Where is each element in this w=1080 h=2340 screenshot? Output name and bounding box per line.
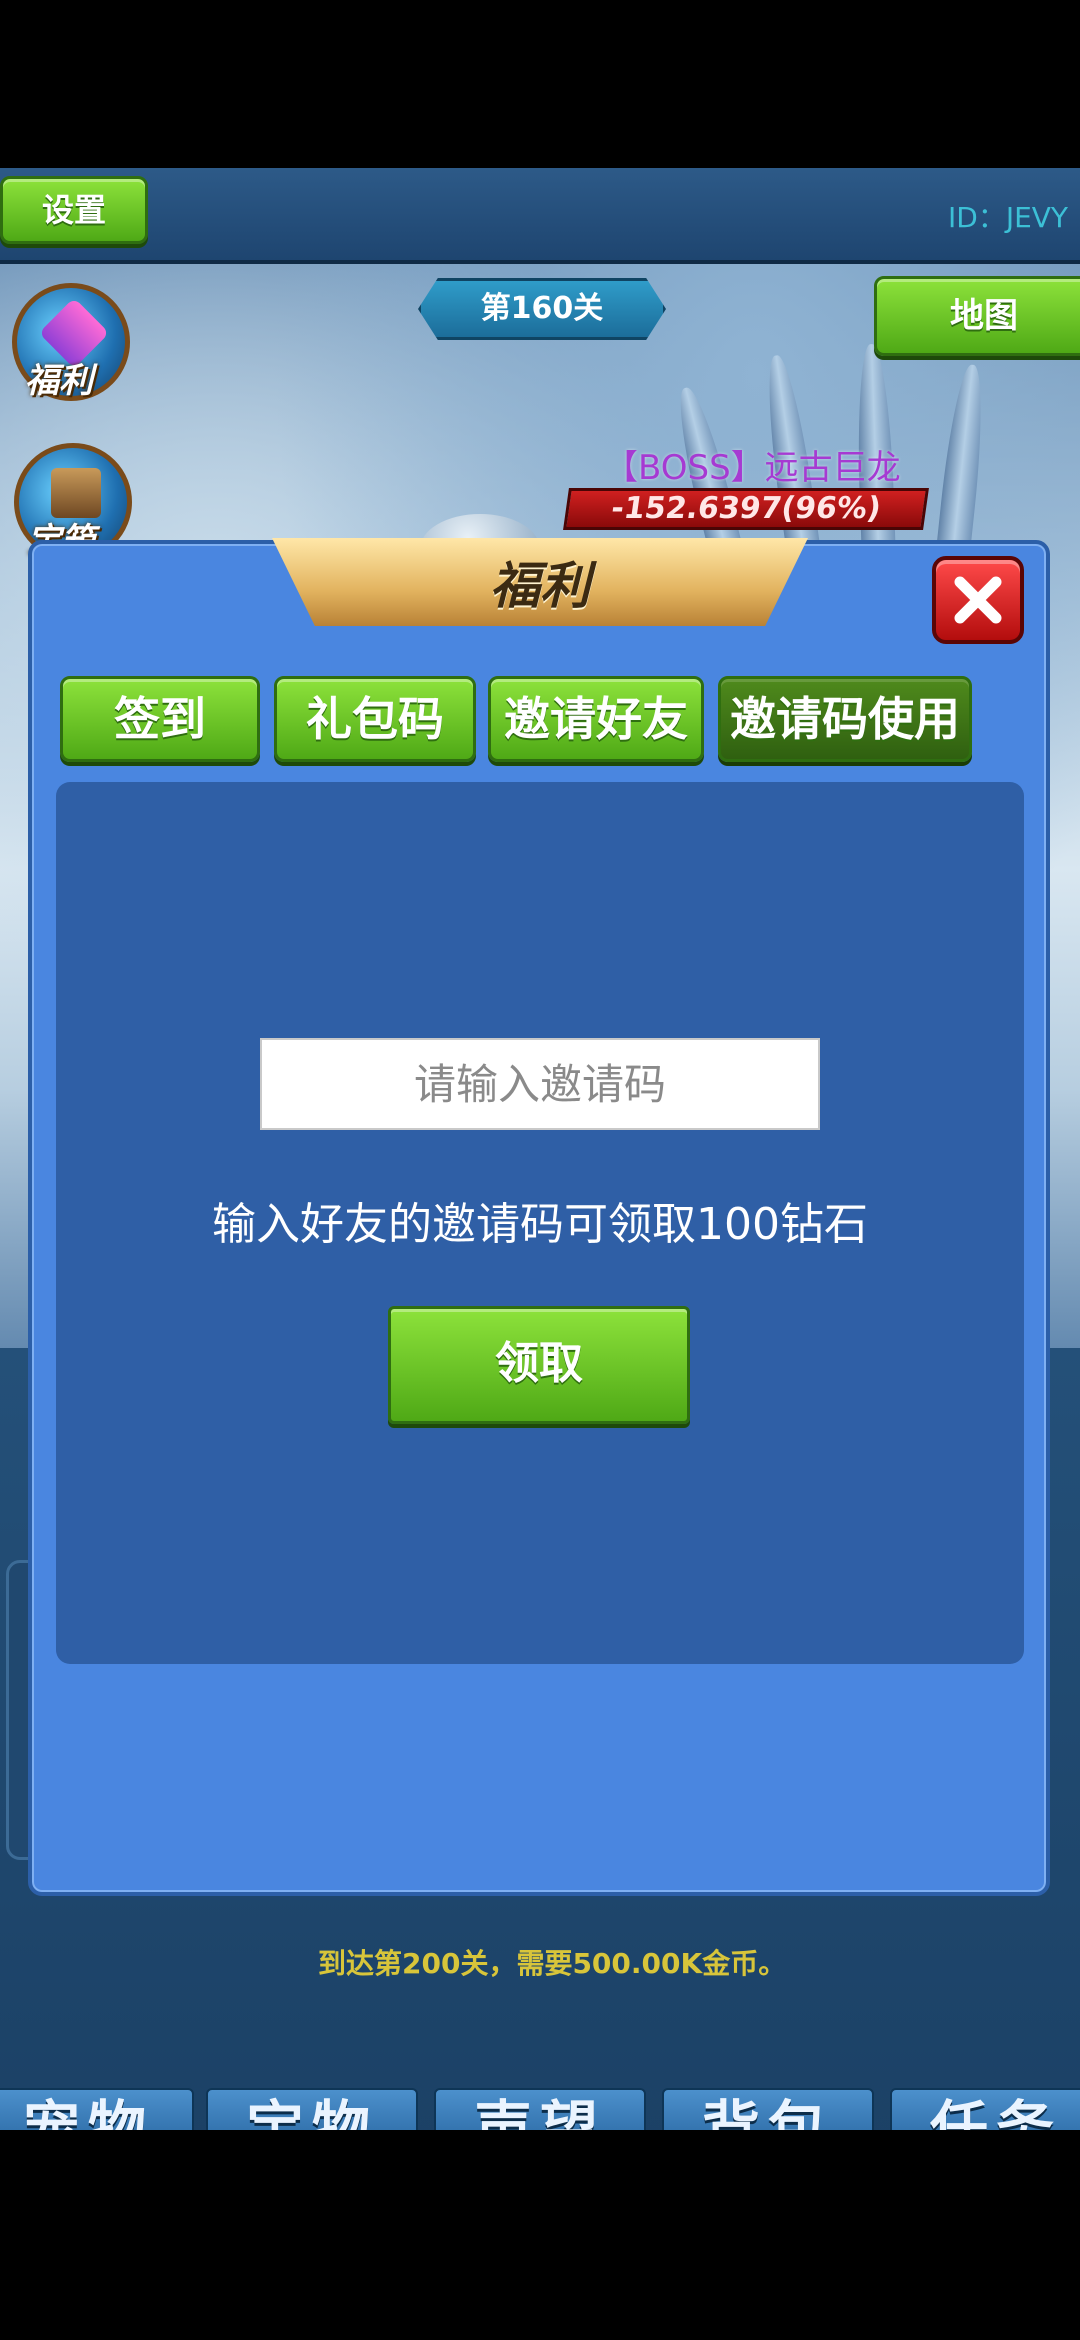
- top-bar: [0, 168, 1080, 264]
- dialog-title: 福利: [490, 557, 590, 615]
- close-button[interactable]: [932, 556, 1024, 644]
- nav-tab-label: 任务: [929, 2094, 1062, 2130]
- tab-use-invite-code[interactable]: 邀请码使用: [718, 676, 972, 762]
- player-id: ID：JEVY: [948, 201, 1069, 234]
- boss-hp-bar: -152.6397(96%): [563, 488, 929, 530]
- nav-tab-label: 宠物: [21, 2094, 154, 2130]
- level-banner: 第160关: [418, 278, 666, 340]
- nav-tab-treasures[interactable]: 宝物: [206, 2088, 418, 2130]
- invite-description: 输入好友的邀请码可领取100钻石: [212, 1199, 868, 1250]
- nav-tab-label: 背包: [701, 2094, 834, 2130]
- stage-hint-text: 到达第200关，需要500.00K金币。: [318, 1947, 787, 1980]
- nav-tab-reputation[interactable]: 声望: [434, 2088, 646, 2130]
- nav-tab-label: 声望: [473, 2094, 606, 2130]
- invite-code-input[interactable]: [260, 1038, 820, 1130]
- bottom-nav: 宠物 宝物 声望 背包 任务: [0, 2074, 1080, 2130]
- tab-sign-in[interactable]: 签到: [60, 676, 260, 762]
- nav-tab-pets[interactable]: 宠物: [0, 2088, 194, 2130]
- claim-button[interactable]: 领取: [388, 1306, 690, 1424]
- tab-gift-code[interactable]: 礼包码: [274, 676, 476, 762]
- map-button[interactable]: 地图: [874, 276, 1080, 356]
- nav-tab-tasks[interactable]: 任务: [890, 2088, 1080, 2130]
- nav-tab-bag[interactable]: 背包: [662, 2088, 874, 2130]
- close-icon: [954, 576, 1002, 624]
- welfare-icon-label: 福利: [25, 361, 93, 401]
- settings-button[interactable]: 设置: [0, 176, 148, 244]
- treasure-chest-icon: [51, 468, 101, 518]
- tab-invite-friends[interactable]: 邀请好友: [488, 676, 704, 762]
- welfare-icon[interactable]: 福利: [12, 283, 130, 401]
- boss-name: 【BOSS】远古巨龙: [604, 448, 901, 488]
- nav-tab-label: 宝物: [245, 2094, 378, 2130]
